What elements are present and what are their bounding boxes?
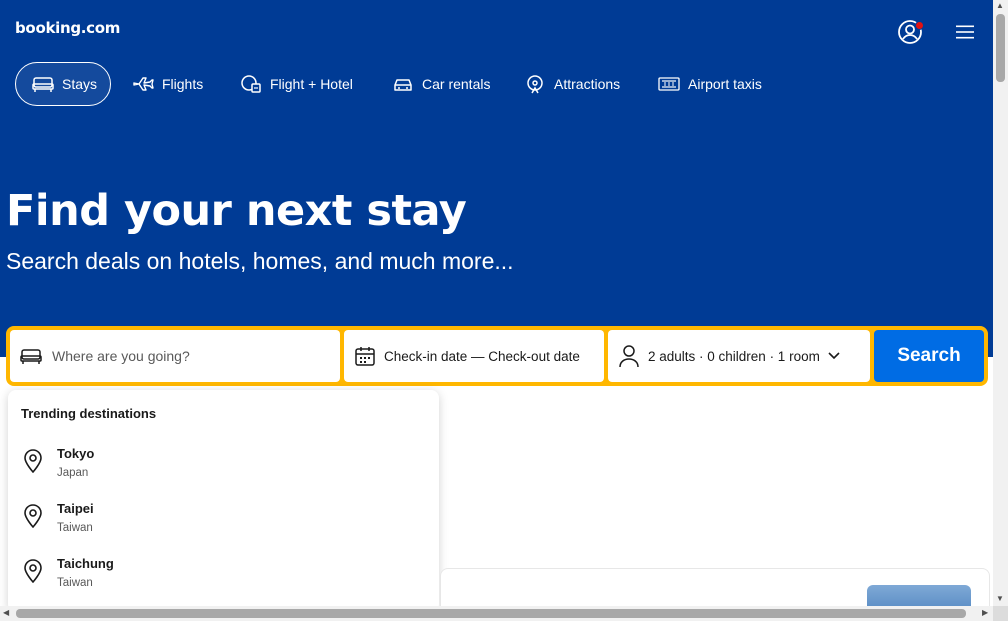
destination-name: Taichung bbox=[57, 556, 114, 571]
person-icon bbox=[619, 345, 639, 368]
plane-icon bbox=[133, 77, 154, 91]
calendar-icon bbox=[355, 347, 375, 366]
tab-flight-hotel[interactable]: Flight + Hotel bbox=[223, 62, 371, 106]
search-button[interactable]: Search bbox=[874, 330, 984, 382]
tab-label: Airport taxis bbox=[688, 76, 762, 92]
trending-item-tokyo[interactable]: Tokyo Japan bbox=[8, 434, 439, 489]
destination-name: Tokyo bbox=[57, 446, 95, 461]
tab-label: Car rentals bbox=[422, 76, 491, 92]
bed-icon bbox=[20, 349, 42, 364]
scroll-left-icon[interactable]: ◀ bbox=[3, 609, 9, 617]
tab-label: Flights bbox=[162, 76, 204, 92]
scrollbar-corner bbox=[993, 606, 1008, 621]
bed-icon bbox=[32, 77, 54, 92]
scroll-up-icon[interactable]: ▲ bbox=[996, 2, 1004, 10]
chevron-down-icon bbox=[828, 352, 840, 360]
occupancy-label: 2 adults · 0 children · 1 room bbox=[648, 348, 820, 364]
tab-flights[interactable]: Flights bbox=[115, 62, 219, 106]
dates-label: Check-in date — Check-out date bbox=[384, 348, 580, 364]
search-bar: Check-in date — Check-out date 2 adults … bbox=[6, 326, 988, 386]
dropdown-title: Trending destinations bbox=[21, 406, 157, 421]
tab-label: Stays bbox=[62, 76, 98, 92]
horizontal-scrollbar[interactable]: ◀ ▶ bbox=[0, 606, 993, 621]
destination-name: Taipei bbox=[57, 501, 94, 516]
horizontal-scroll-thumb[interactable] bbox=[16, 609, 966, 618]
attractions-icon bbox=[527, 75, 543, 94]
card-image bbox=[867, 585, 971, 608]
trending-item-taichung[interactable]: Taichung Taiwan bbox=[8, 544, 439, 599]
map-pin-icon bbox=[24, 449, 42, 473]
trending-destinations-dropdown: Trending destinations Tokyo Japan Taipei… bbox=[8, 390, 439, 612]
menu-button[interactable] bbox=[941, 8, 989, 56]
trending-item-taipei[interactable]: Taipei Taiwan bbox=[8, 489, 439, 544]
tab-airport-taxis[interactable]: Airport taxis bbox=[641, 62, 779, 106]
car-icon bbox=[394, 79, 412, 91]
destination-country: Japan bbox=[57, 467, 89, 479]
page-subtitle: Search deals on hotels, homes, and much … bbox=[6, 248, 514, 274]
destination-country: Taiwan bbox=[57, 577, 93, 589]
scroll-right-icon[interactable]: ▶ bbox=[982, 609, 988, 617]
vertical-scroll-thumb[interactable] bbox=[996, 14, 1005, 82]
tab-car-rentals[interactable]: Car rentals bbox=[375, 62, 503, 106]
map-pin-icon bbox=[24, 504, 42, 528]
taxi-icon bbox=[658, 77, 680, 91]
vertical-scrollbar[interactable]: ▲ ▼ bbox=[993, 0, 1008, 606]
flight-hotel-icon bbox=[241, 75, 261, 93]
notification-dot bbox=[915, 21, 924, 30]
destination-country: Taiwan bbox=[57, 522, 93, 534]
scroll-down-icon[interactable]: ▼ bbox=[996, 595, 1004, 603]
tab-stays[interactable]: Stays bbox=[15, 62, 111, 106]
account-button[interactable] bbox=[886, 8, 934, 56]
destination-input[interactable] bbox=[50, 347, 330, 365]
date-picker-field[interactable]: Check-in date — Check-out date bbox=[344, 330, 604, 382]
tab-attractions[interactable]: Attractions bbox=[507, 62, 637, 106]
product-nav: Stays Flights Flight + Hotel Car rentals… bbox=[15, 62, 779, 106]
logo[interactable]: booking.com bbox=[15, 19, 120, 37]
tab-label: Flight + Hotel bbox=[270, 76, 353, 92]
hamburger-menu-icon bbox=[956, 25, 974, 39]
occupancy-field[interactable]: 2 adults · 0 children · 1 room bbox=[608, 330, 870, 382]
page-title: Find your next stay bbox=[6, 186, 467, 236]
destination-field[interactable] bbox=[10, 330, 340, 382]
hero-banner: booking.com Stays Flights Flight + Hotel… bbox=[0, 0, 993, 357]
tab-label: Attractions bbox=[554, 76, 621, 92]
map-pin-icon bbox=[24, 559, 42, 583]
